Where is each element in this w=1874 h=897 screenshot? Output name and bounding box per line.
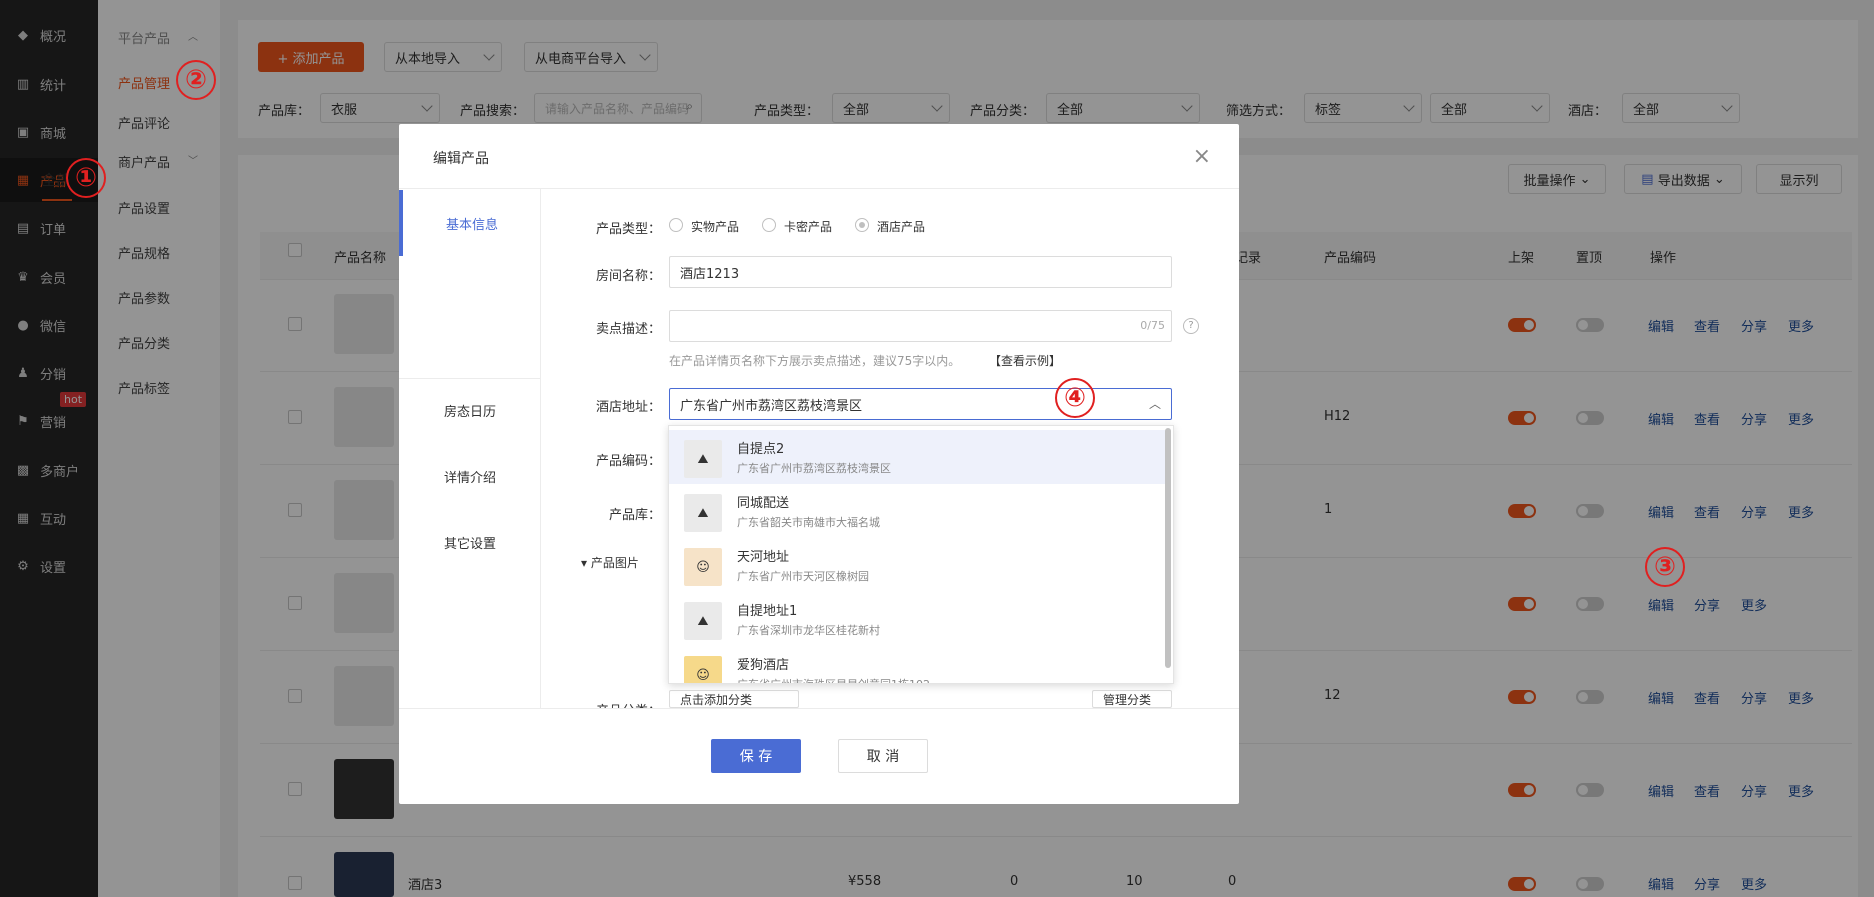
annotation-marker-2: ② [176,60,216,100]
product-type-label: 产品类型： [595,222,661,237]
radio-card-label: 卡密产品 [784,220,833,234]
dropdown-scrollbar[interactable] [1165,428,1171,668]
radio-physical-label: 实物产品 [691,220,740,234]
image-placeholder-icon: ⛰ [684,494,722,532]
dropdown-option[interactable]: ⛰ 自提点2 广东省广州市荔湾区荔枝湾景区 [669,430,1165,484]
modal-tab-basic-info[interactable]: 基本信息 [399,190,541,256]
hotel-address-select[interactable]: 广东省广州市荔湾区荔枝湾景区 ︿ [669,388,1172,420]
modal-title: 编辑产品 [433,151,489,167]
save-button[interactable]: 保 存 [711,739,801,773]
modal-nav: 基本信息 房态日历 详情介绍 其它设置 [399,189,541,709]
add-category-button[interactable]: 点击添加分类 [669,690,799,708]
dropdown-option[interactable]: ☺ 天河地址 广东省广州市天河区橡树园 [669,538,1165,592]
hotel-address-label: 酒店地址： [595,400,661,415]
selling-desc-hint: 在产品详情页名称下方展示卖点描述，建议75字以内。 [669,354,961,368]
modal-footer-divider [399,708,1239,709]
close-icon[interactable]: × [1193,146,1211,168]
dropdown-option[interactable]: ⛰ 自提地址1 广东省深圳市龙华区桂花新村 [669,592,1165,646]
radio-hotel-label: 酒店产品 [877,220,926,234]
selling-desc-input[interactable]: 0/75 [669,310,1172,342]
selling-desc-label: 卖点描述： [595,322,661,337]
product-lib-label: 产品库： [608,508,661,523]
cartoon-avatar-icon: ☺ [684,548,722,586]
radio-hotel[interactable] [855,218,869,232]
room-name-input[interactable]: 酒店1213 [669,256,1172,288]
annotation-marker-1: ① [66,158,106,198]
chevron-up-icon: ︿ [1148,397,1161,411]
dropdown-option[interactable]: ⛰ 同城配送 广东省韶关市南雄市大福名城 [669,484,1165,538]
annotation-marker-4: ④ [1055,378,1095,418]
dropdown-option[interactable]: ☺ 爱狗酒店 广东省广州市海珠区星星创意园1栋102 [669,646,1165,683]
cartoon-tiger-icon: ☺ [684,656,722,683]
manage-category-button[interactable]: 管理分类 [1092,690,1172,708]
modal-tab-other-settings[interactable]: 其它设置 [399,509,541,575]
radio-card[interactable] [762,218,776,232]
help-icon[interactable]: ? [1183,318,1199,334]
annotation-marker-3: ③ [1645,547,1685,587]
radio-physical[interactable] [669,218,683,232]
char-counter: 0/75 [1140,319,1165,332]
cancel-button[interactable]: 取 消 [838,739,928,773]
view-example-link[interactable]: 【查看示例】 [989,352,1061,369]
product-code-label: 产品编码： [595,454,661,469]
modal-tab-details[interactable]: 详情介绍 [399,443,541,509]
image-placeholder-icon: ⛰ [684,440,722,478]
product-image-toggle[interactable]: ▾ 产品图片 [581,554,639,571]
image-placeholder-icon: ⛰ [684,602,722,640]
modal-tab-room-calendar[interactable]: 房态日历 [399,377,541,443]
caret-down-icon: ▾ [581,556,591,570]
address-dropdown: ⛰ 自提点2 广东省广州市荔湾区荔枝湾景区 ⛰ 同城配送 广东省韶关市南雄市大福… [668,425,1174,684]
room-name-label: 房间名称： [595,269,661,284]
product-category-label: 产品分类： [587,700,661,708]
